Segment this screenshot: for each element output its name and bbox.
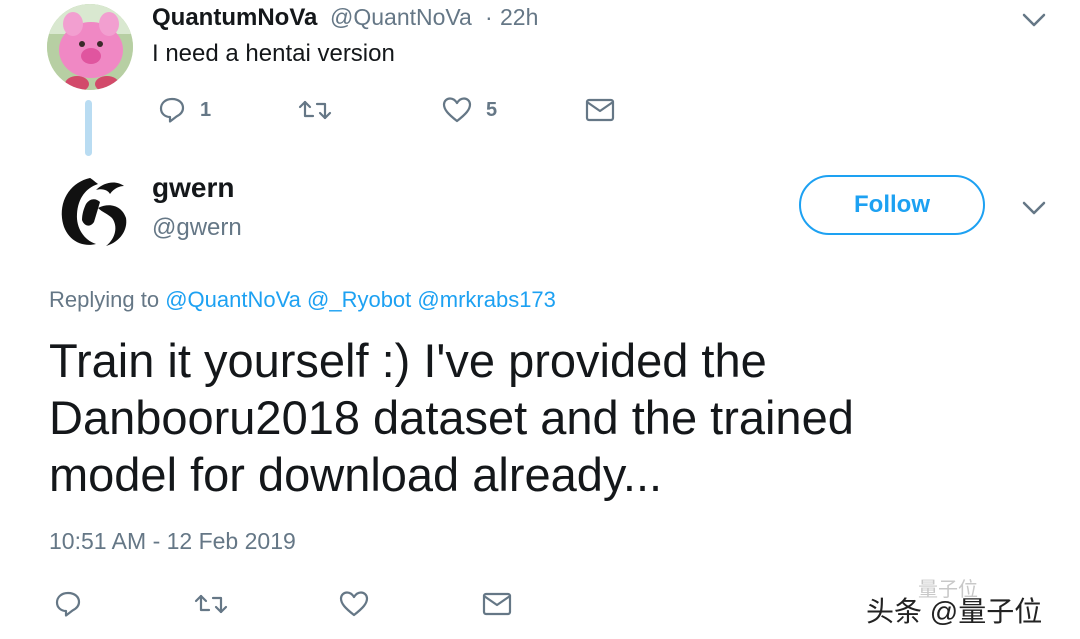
- gwern-handle[interactable]: @gwern: [152, 214, 242, 242]
- main-tweet-text: Train it yourself :) I've provided the D…: [49, 332, 1029, 503]
- main-message-action[interactable]: [482, 592, 512, 616]
- reply-time[interactable]: 22h: [500, 4, 538, 31]
- message-icon: [482, 592, 512, 616]
- gwern-display-name[interactable]: gwern: [152, 172, 234, 204]
- main-tweet-line: model for download already...: [49, 448, 663, 501]
- reply-author-avatar[interactable]: [47, 4, 133, 90]
- reply-time-separator: ·: [485, 4, 493, 30]
- retweet-action[interactable]: [298, 96, 332, 124]
- message-action[interactable]: [585, 98, 615, 122]
- main-tweet-line: Train it yourself :) I've provided the: [49, 334, 767, 387]
- gwern-avatar[interactable]: [50, 168, 136, 254]
- follow-button[interactable]: Follow: [799, 175, 985, 235]
- replying-to-label: Replying to: [49, 287, 160, 312]
- chevron-down-icon[interactable]: [1020, 198, 1048, 218]
- like-icon: [339, 591, 369, 617]
- reply-icon: [159, 97, 185, 123]
- like-icon: [442, 97, 472, 123]
- replying-to-line: Replying to @QuantNoVa @_Ryobot @mrkrabs…: [49, 287, 556, 313]
- reply-author-handle[interactable]: @QuantNoVa: [330, 4, 472, 31]
- like-action[interactable]: 5: [442, 96, 497, 124]
- reply-action[interactable]: 1: [158, 96, 211, 124]
- retweet-icon: [194, 594, 228, 614]
- mention-link[interactable]: @mrkrabs173: [417, 287, 556, 312]
- mention-link[interactable]: @_Ryobot: [307, 287, 411, 312]
- reply-tweet-text: I need a hentai version: [152, 40, 395, 67]
- retweet-icon: [298, 100, 332, 120]
- reply-author-name[interactable]: QuantumNoVa: [152, 4, 317, 32]
- tweet-timestamp[interactable]: 10:51 AM - 12 Feb 2019: [49, 528, 296, 555]
- watermark-text: 头条 @量子位: [866, 596, 1043, 627]
- reply-icon: [55, 591, 81, 617]
- main-retweet-action[interactable]: [194, 590, 228, 618]
- message-icon: [585, 98, 615, 122]
- reply-count: 1: [200, 98, 212, 121]
- main-like-action[interactable]: [339, 590, 369, 618]
- main-tweet-line: Danbooru2018 dataset and the trained: [49, 391, 854, 444]
- main-reply-action[interactable]: [54, 590, 82, 618]
- chevron-down-icon[interactable]: [1020, 10, 1048, 30]
- like-count: 5: [486, 98, 498, 121]
- mention-link[interactable]: @QuantNoVa: [165, 287, 301, 312]
- thread-connector-line: [85, 100, 92, 156]
